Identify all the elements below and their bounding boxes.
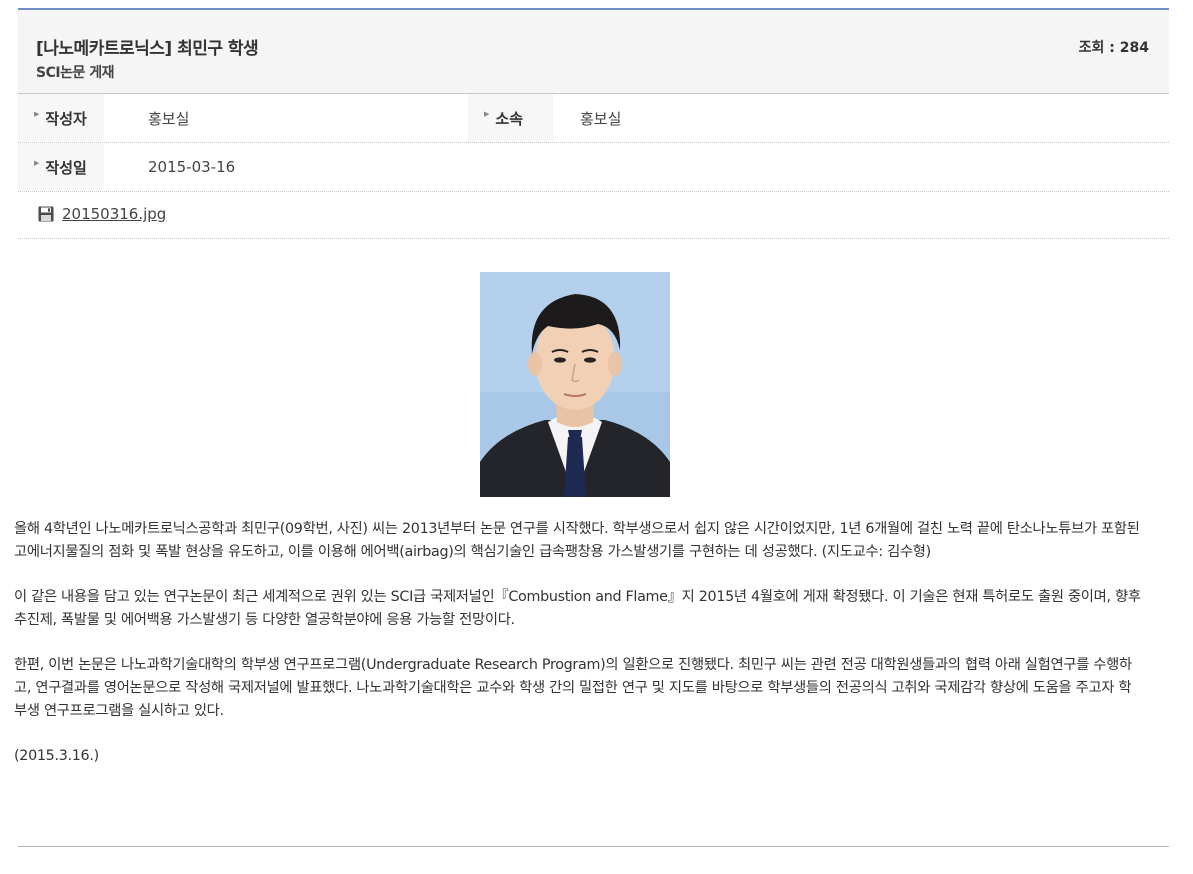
student-photo (480, 272, 670, 497)
date-label-text: 작성일 (45, 158, 87, 177)
dept-value: 홍보실 (580, 109, 622, 128)
bullet-triangle-icon: ▶ (34, 159, 40, 167)
attachment-row: 20150316.jpg (18, 192, 1169, 239)
post-header: [나노메카트로닉스] 최민구 학생 SCI논문 게재 조회 : 284 (18, 8, 1169, 94)
save-disk-icon (38, 206, 54, 222)
dept-label-text: 소속 (495, 109, 523, 128)
dept-label: ▶ 소속 (468, 94, 554, 142)
author-label: ▶ 작성자 (18, 94, 104, 142)
meta-row-date: ▶ 작성일 2015-03-16 (18, 143, 1169, 192)
author-value: 홍보실 (148, 109, 190, 128)
body-date: (2015.3.16.) (14, 748, 99, 764)
body-paragraph: 한편, 이번 논문은 나노과학기술대학의 학부생 연구프로그램(Undergra… (14, 657, 1132, 719)
author-label-text: 작성자 (45, 109, 87, 128)
body-paragraph: 올해 4학년인 나노메카트로닉스공학과 최민구(09학번, 사진) 씨는 201… (14, 521, 1140, 560)
bullet-triangle-icon: ▶ (34, 110, 40, 118)
body-paragraph: 이 같은 내용을 담고 있는 연구논문이 최근 세계적으로 권위 있는 SCI급… (14, 589, 1141, 628)
bullet-triangle-icon: ▶ (484, 110, 490, 118)
post-subtitle: SCI논문 게재 (36, 65, 114, 81)
bottom-divider (18, 846, 1169, 847)
board-view: [나노메카트로닉스] 최민구 학생 SCI논문 게재 조회 : 284 ▶ 작성… (18, 8, 1169, 239)
meta-row-author: ▶ 작성자 홍보실 ▶ 소속 홍보실 (18, 94, 1169, 143)
post-body: 올해 4학년인 나노메카트로닉스공학과 최민구(09학번, 사진) 씨는 201… (14, 518, 1144, 790)
attachment-link[interactable]: 20150316.jpg (62, 205, 166, 223)
date-value: 2015-03-16 (148, 158, 236, 176)
post-title: [나노메카트로닉스] 최민구 학생 (36, 39, 259, 59)
date-label: ▶ 작성일 (18, 143, 104, 191)
view-count: 조회 : 284 (1078, 40, 1149, 56)
